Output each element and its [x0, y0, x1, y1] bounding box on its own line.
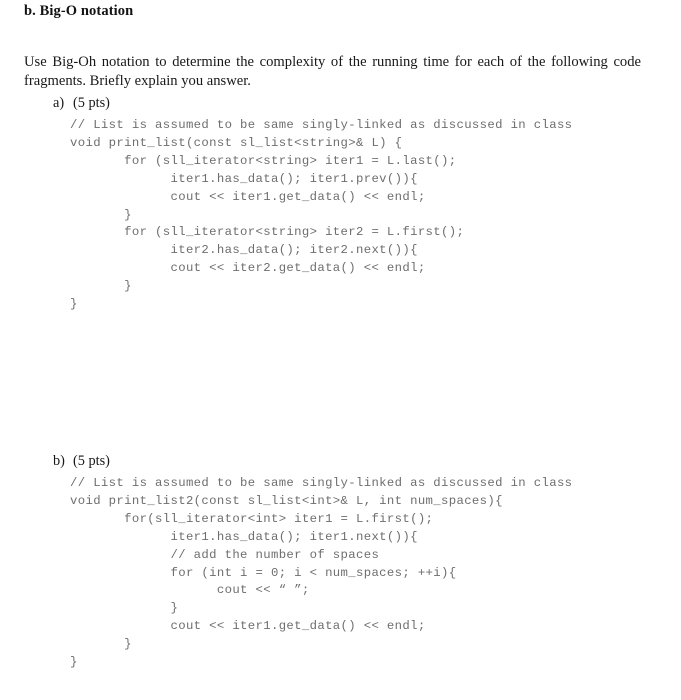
page-title: b. Big-O notation [24, 3, 134, 19]
question-a: a) (5 pts) // List is assumed to be same… [0, 95, 681, 314]
code-fragment-a: // List is assumed to be same singly-lin… [70, 118, 573, 312]
question-b-label: b) [53, 453, 65, 469]
question-b-points: (5 pts) [73, 453, 110, 469]
question-a-points: (5 pts) [73, 95, 110, 111]
document-page: b. Big-O notation Use Big-Oh notation to… [0, 0, 681, 700]
question-b-header: b) (5 pts) [0, 453, 681, 472]
intro-paragraph: Use Big-Oh notation to determine the com… [24, 53, 641, 90]
question-a-header: a) (5 pts) [0, 95, 681, 114]
question-a-label: a) [53, 95, 65, 111]
code-fragment-b: // List is assumed to be same singly-lin… [70, 476, 573, 670]
question-b: b) (5 pts) // List is assumed to be same… [0, 453, 681, 672]
